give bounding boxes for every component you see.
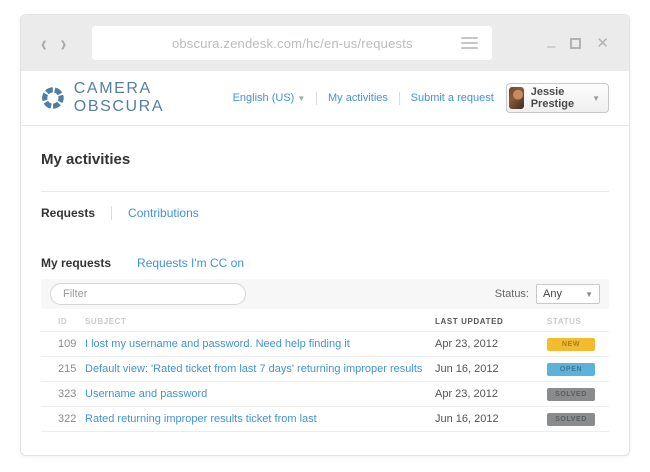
requests-table: ID SUBJECT LAST UPDATED STATUS 109 I los… — [41, 311, 609, 432]
table-row: 109 I lost my username and password. Nee… — [41, 332, 609, 357]
table-row: 215 Default view: 'Rated ticket from las… — [41, 357, 609, 382]
ticket-updated: Jun 16, 2012 — [435, 363, 499, 375]
ticket-updated: Jun 16, 2012 — [435, 413, 499, 425]
tab-requests[interactable]: Requests — [41, 206, 95, 220]
column-header-subject: SUBJECT — [85, 316, 127, 326]
aperture-icon — [42, 87, 64, 109]
status-dropdown[interactable]: Any ▼ — [536, 284, 600, 304]
chevron-down-icon: ▼ — [297, 94, 306, 103]
ticket-subject-link[interactable]: I lost my username and password. Need he… — [85, 338, 350, 350]
ticket-id: 322 — [58, 413, 77, 425]
table-header-row: ID SUBJECT LAST UPDATED STATUS — [41, 311, 609, 332]
column-header-updated: LAST UPDATED — [435, 316, 504, 326]
url-text: obscura.zendesk.com/hc/en-us/requests — [171, 35, 413, 51]
close-icon[interactable]: ✕ — [596, 36, 609, 51]
site-header: CAMERA OBSCURA English (US) ▼ My activiti… — [21, 71, 629, 126]
status-badge: SOLVED — [547, 413, 595, 426]
ticket-updated: Apr 23, 2012 — [435, 338, 498, 350]
tab-divider — [111, 206, 113, 220]
back-icon[interactable]: ‹ — [41, 32, 47, 55]
minimize-icon[interactable]: – — [547, 39, 555, 54]
chevron-down-icon: ▼ — [592, 93, 600, 103]
forward-icon[interactable]: › — [61, 32, 67, 55]
page-title: My activities — [41, 151, 131, 168]
chevron-down-icon: ▼ — [585, 289, 593, 299]
table-row: 323 Username and password Apr 23, 2012 S… — [41, 382, 609, 407]
subtab-my-requests[interactable]: My requests — [41, 256, 111, 270]
ticket-id: 323 — [58, 388, 77, 400]
ticket-subject-link[interactable]: Default view: 'Rated ticket from last 7 … — [85, 363, 422, 375]
column-header-status: STATUS — [547, 316, 582, 326]
brand-name: CAMERA OBSCURA — [73, 80, 165, 115]
browser-chrome: ‹ › obscura.zendesk.com/hc/en-us/request… — [21, 15, 629, 71]
status-badge: NEW — [547, 338, 595, 351]
nav-submit-request[interactable]: Submit a request — [411, 92, 494, 104]
filter-input[interactable] — [50, 283, 246, 305]
ticket-id: 215 — [58, 363, 77, 375]
subtab-requests-cc[interactable]: Requests I'm CC on — [137, 256, 244, 270]
ticket-subject-link[interactable]: Username and password — [85, 388, 207, 400]
nav-my-activities[interactable]: My activities — [328, 92, 388, 104]
ticket-updated: Apr 23, 2012 — [435, 388, 498, 400]
status-badge: OPEN — [547, 363, 595, 376]
brand-logo[interactable]: CAMERA OBSCURA — [41, 80, 233, 116]
status-badge: SOLVED — [547, 388, 595, 401]
status-value: Any — [543, 288, 562, 300]
column-header-id: ID — [58, 316, 68, 326]
browser-window: ‹ › obscura.zendesk.com/hc/en-us/request… — [20, 14, 630, 456]
ticket-subject-link[interactable]: Rated returning improper results ticket … — [85, 413, 317, 425]
nav-divider — [398, 91, 400, 105]
filter-bar: Status: Any ▼ — [41, 279, 609, 309]
user-name: Jessie Prestige — [530, 86, 575, 110]
ticket-id: 109 — [58, 338, 77, 350]
table-row: 322 Rated returning improper results tic… — [41, 407, 609, 432]
avatar — [508, 87, 524, 109]
nav-divider — [316, 91, 317, 105]
status-label: Status: — [494, 288, 529, 300]
menu-icon[interactable] — [461, 37, 479, 49]
user-menu-button[interactable]: Jessie Prestige ▼ — [505, 83, 609, 113]
url-bar[interactable]: obscura.zendesk.com/hc/en-us/requests — [92, 26, 493, 60]
language-selector[interactable]: English (US) ▼ — [233, 92, 306, 104]
maximize-icon[interactable] — [570, 37, 582, 49]
tab-contributions[interactable]: Contributions — [128, 206, 199, 220]
